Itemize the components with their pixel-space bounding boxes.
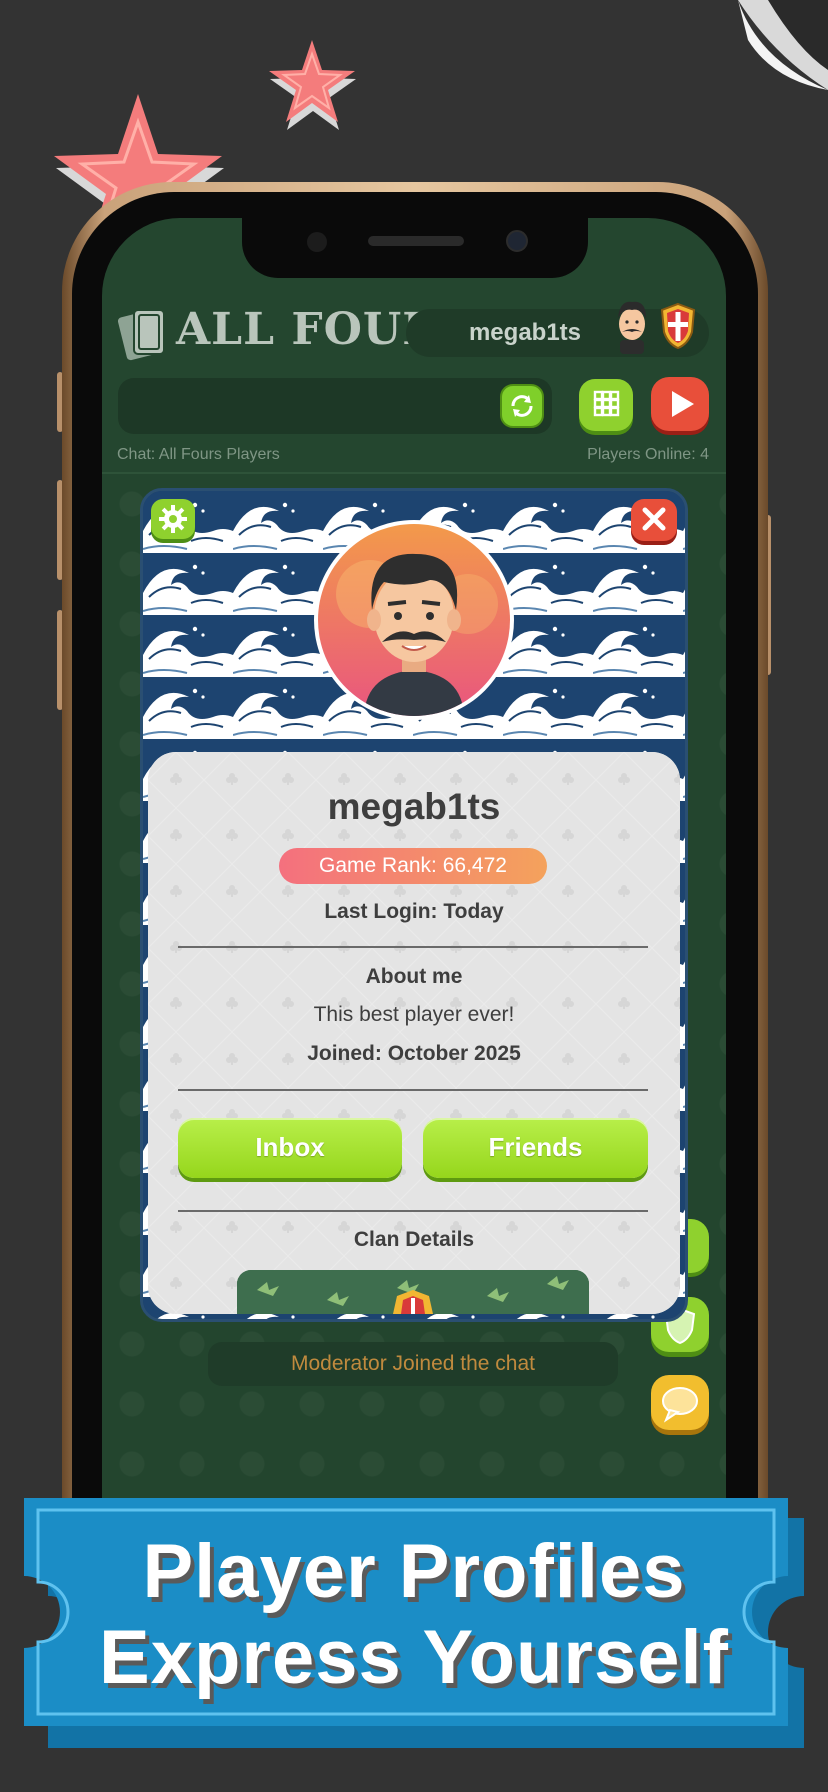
- inbox-button[interactable]: Inbox: [178, 1118, 402, 1178]
- grid-icon[interactable]: [578, 378, 634, 436]
- play-icon[interactable]: [650, 376, 710, 436]
- page-curl-decoration: [738, 0, 828, 90]
- clan-banner[interactable]: [237, 1270, 589, 1314]
- banner-title-line1: Player Profiles: [142, 1529, 686, 1614]
- cards-logo-icon: [118, 309, 165, 361]
- about-me-heading: About me: [365, 965, 463, 988]
- profile-username: megab1ts: [327, 786, 501, 827]
- refresh-icon[interactable]: [500, 384, 544, 428]
- clan-shield-icon[interactable]: [660, 302, 696, 350]
- close-icon[interactable]: [630, 498, 678, 546]
- joined-date-text: Joined: October 2025: [307, 1042, 521, 1065]
- chat-system-message: Moderator Joined the chat: [208, 1342, 618, 1386]
- chat-input[interactable]: [118, 378, 552, 434]
- section-divider: [178, 1210, 648, 1212]
- phone-notch: [242, 218, 588, 278]
- earpiece-speaker: [368, 236, 464, 246]
- chat-room-label: Chat: All Fours Players: [117, 446, 280, 463]
- section-divider: [178, 946, 648, 948]
- front-camera: [506, 230, 528, 252]
- avatar[interactable]: [318, 524, 510, 716]
- header-divider: [102, 472, 726, 474]
- header-avatar-icon[interactable]: [610, 296, 654, 354]
- about-me-text: This best player ever!: [313, 1003, 515, 1026]
- gear-icon[interactable]: [150, 498, 196, 544]
- players-online-count: Players Online: 4: [587, 446, 709, 463]
- star-decoration-small: [269, 40, 356, 130]
- friends-button[interactable]: Friends: [423, 1118, 648, 1178]
- header-username[interactable]: megab1ts: [420, 309, 630, 357]
- section-divider: [178, 1089, 648, 1091]
- chat-bubble-icon[interactable]: [650, 1374, 710, 1436]
- last-login-text: Last Login: Today: [324, 900, 504, 923]
- game-rank-badge: Game Rank: 66,472: [279, 848, 547, 884]
- banner-title-line2: Express Yourself: [99, 1615, 729, 1700]
- clan-details-heading: Clan Details: [353, 1228, 475, 1251]
- front-sensor: [307, 232, 327, 252]
